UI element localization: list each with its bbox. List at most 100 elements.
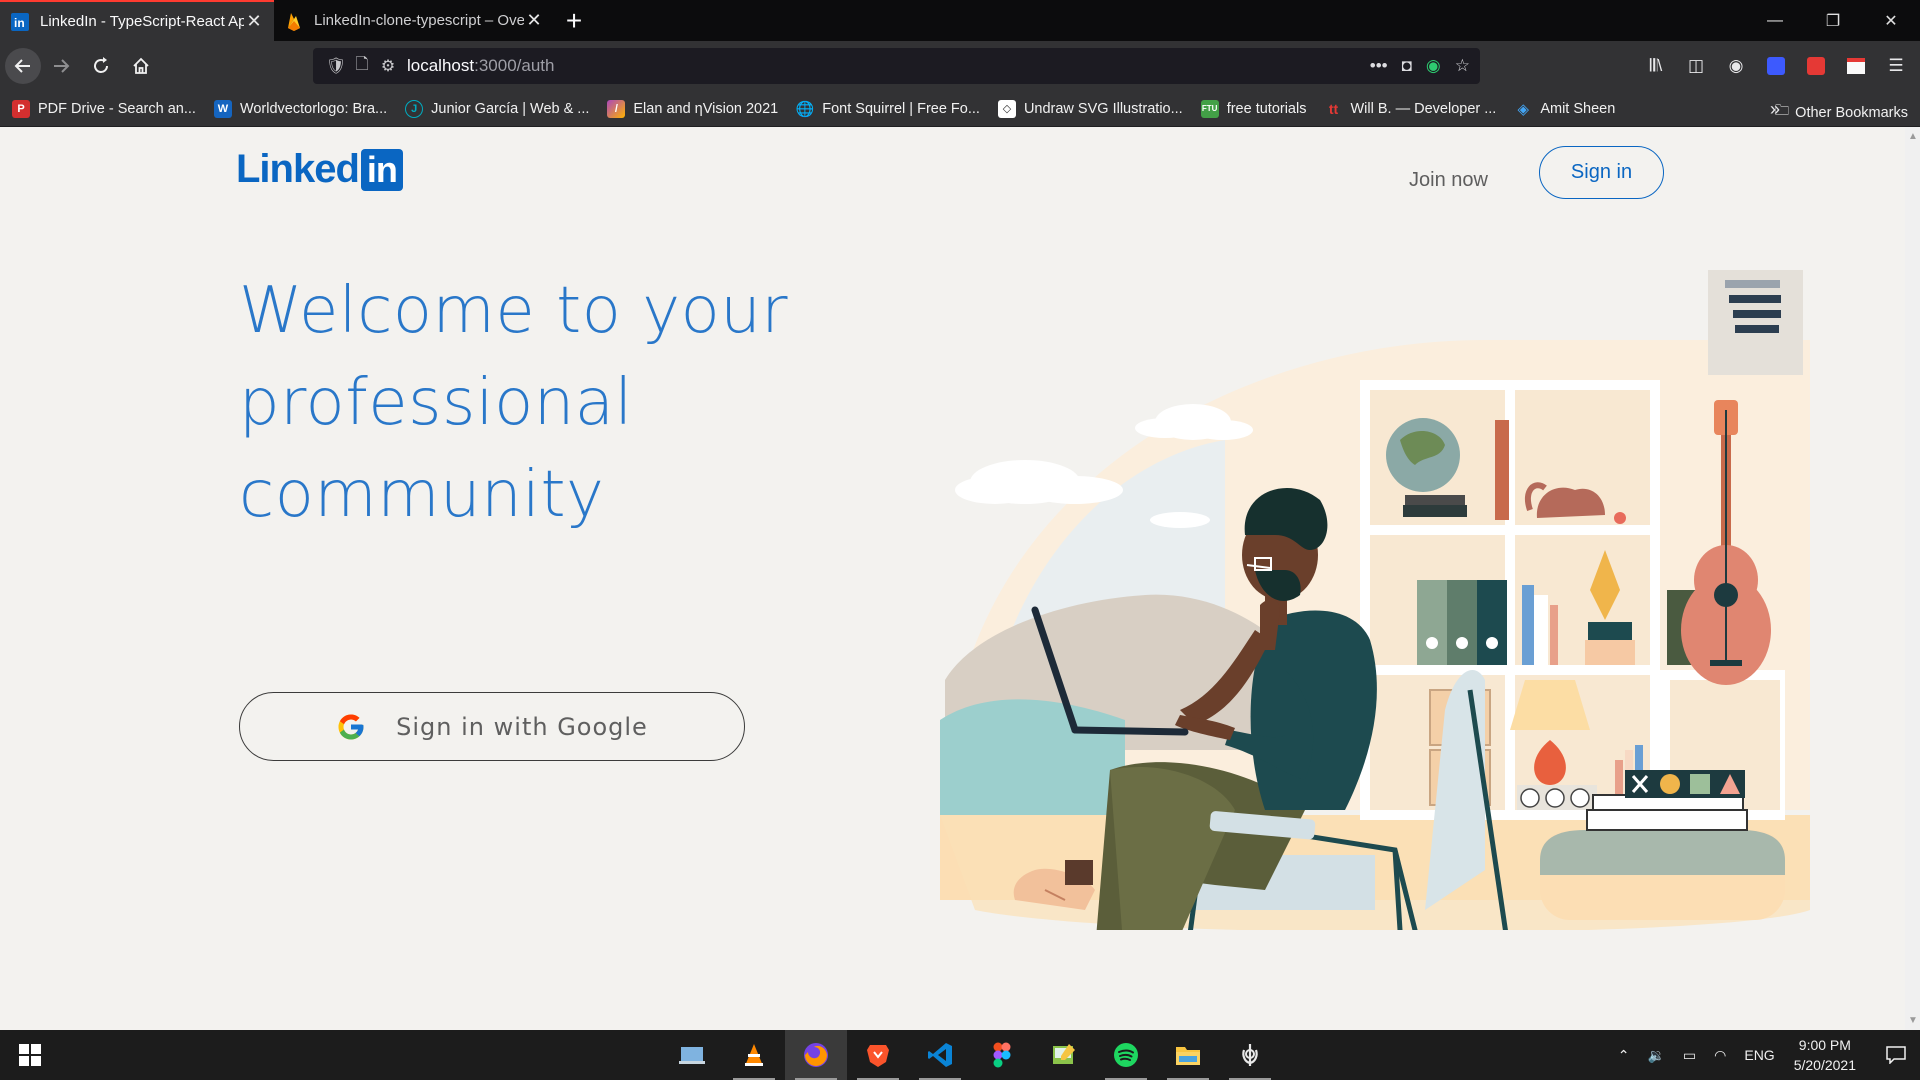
bookmark-item[interactable]: W Worldvectorlogo: Bra...	[213, 99, 387, 118]
volume-icon[interactable]: 🔉	[1647, 1047, 1664, 1064]
folder-icon: 🗀	[1774, 103, 1790, 119]
junior-garcia-icon: J	[405, 99, 424, 118]
home-icon	[133, 57, 149, 74]
windows-icon	[19, 1044, 41, 1066]
logo-badge: in	[360, 148, 403, 191]
worldvectorlogo-icon: W	[213, 99, 232, 118]
account-icon[interactable]: ◉	[1718, 48, 1754, 84]
scroll-down-icon[interactable]: ▼	[1908, 1015, 1918, 1026]
tab-linkedin-app[interactable]: in LinkedIn - TypeScript-React App ✕	[0, 0, 274, 41]
chevron-up-icon[interactable]: ⌃	[1618, 1047, 1630, 1064]
extension-icon[interactable]: ◉	[1426, 56, 1441, 76]
bookmarks-toolbar: P PDF Drive - Search an... W Worldvectorlo…	[0, 91, 1920, 127]
page-scrollbar[interactable]: ▲ ▼	[1905, 127, 1920, 1030]
wifi-icon[interactable]: ◠	[1714, 1047, 1726, 1064]
toolbar-icons: 𝄃𝄃\ ◫ ◉ ☰	[1638, 41, 1920, 91]
language-indicator[interactable]: ENG	[1744, 1047, 1774, 1063]
library-icon[interactable]: 𝄃𝄃\	[1638, 48, 1674, 84]
hero-illustration	[940, 270, 1810, 930]
svg-text:in: in	[14, 16, 25, 30]
pocket-icon[interactable]: ◘	[1402, 56, 1412, 76]
bookmark-item[interactable]: / Elan and ηVision 2021	[607, 99, 778, 118]
bookmark-item[interactable]: FTU free tutorials	[1200, 99, 1306, 118]
battery-icon[interactable]: ▭	[1683, 1047, 1696, 1064]
firebase-icon	[284, 11, 304, 31]
extension-icon[interactable]	[1798, 48, 1834, 84]
menu-icon[interactable]: ☰	[1878, 48, 1914, 84]
start-button[interactable]	[0, 1030, 60, 1080]
khanda-icon[interactable]	[1219, 1030, 1281, 1080]
sidebar-icon[interactable]: ◫	[1678, 48, 1714, 84]
linkedin-logo[interactable]: Linked in	[236, 147, 403, 192]
linkedin-icon: in	[10, 12, 30, 32]
page-viewport: Linked in Join now Sign in Welcome to yo…	[0, 127, 1905, 1030]
arrow-left-icon	[14, 59, 30, 73]
url-text[interactable]: localhost:3000/auth	[407, 56, 554, 76]
notification-icon[interactable]	[1872, 1046, 1920, 1064]
tab-title: LinkedIn-clone-typescript – Overview	[314, 12, 524, 29]
firefox-icon[interactable]	[785, 1030, 847, 1080]
ftu-icon: FTU	[1200, 99, 1219, 118]
elan-icon: /	[607, 99, 626, 118]
other-bookmarks[interactable]: 🗀 Other Bookmarks	[1775, 100, 1908, 125]
page-actions-icon[interactable]: •••	[1370, 56, 1388, 76]
bookmark-item[interactable]: tt Will B. — Developer ...	[1324, 100, 1497, 118]
bookmark-item[interactable]: ◈ Amit Sheen	[1514, 100, 1616, 118]
tab-title: LinkedIn - TypeScript-React App	[40, 13, 244, 30]
bookmark-star-icon[interactable]: ☆	[1455, 56, 1470, 76]
google-icon	[338, 714, 364, 739]
google-sign-in-button[interactable]: Sign in with Google	[239, 692, 745, 761]
back-button[interactable]	[5, 48, 41, 84]
paint-icon[interactable]	[1033, 1030, 1095, 1080]
window-controls: — ❐ ✕	[1746, 0, 1920, 41]
minimize-icon[interactable]: —	[1746, 0, 1804, 41]
file-explorer-icon[interactable]	[661, 1030, 723, 1080]
clock-date: 5/20/2021	[1793, 1057, 1856, 1073]
bookmark-item[interactable]: P PDF Drive - Search an...	[12, 99, 196, 118]
restore-icon[interactable]: ❐	[1804, 0, 1862, 41]
permissions-icon[interactable]: ⚙	[375, 56, 401, 76]
binders	[1417, 580, 1507, 665]
bookmark-item[interactable]: ◇ Undraw SVG Illustratio...	[997, 99, 1183, 118]
close-icon[interactable]: ✕	[524, 10, 544, 31]
spotify-icon[interactable]	[1095, 1030, 1157, 1080]
pdf-drive-icon: P	[12, 99, 30, 118]
address-bar[interactable]: 🛡 🗋 ⚙ localhost:3000/auth ••• ◘ ◉ ☆	[313, 48, 1480, 84]
undraw-icon: ◇	[997, 99, 1016, 118]
windows-taskbar: ⌃ 🔉 ▭ ◠ ENG 9:00 PM 5/20/2021	[0, 1030, 1920, 1080]
forward-button[interactable]	[41, 46, 81, 86]
home-button[interactable]	[121, 46, 161, 86]
clock[interactable]: 9:00 PM 5/20/2021	[1794, 1035, 1856, 1075]
folder-icon[interactable]	[1157, 1030, 1219, 1080]
close-window-icon[interactable]: ✕	[1862, 0, 1920, 41]
taskbar-apps	[661, 1030, 1281, 1080]
extension-icon[interactable]	[1758, 48, 1794, 84]
bookmark-item[interactable]: 🌐 Font Squirrel | Free Fo...	[796, 100, 980, 118]
system-tray: ⌃ 🔉 ▭ ◠ ENG 9:00 PM 5/20/2021	[1609, 1030, 1920, 1080]
navigation-toolbar: 🛡 🗋 ⚙ localhost:3000/auth ••• ◘ ◉ ☆ 𝄃𝄃\ …	[0, 41, 1920, 91]
sea-shape	[940, 699, 1125, 815]
close-icon[interactable]: ✕	[244, 11, 264, 32]
tab-strip: in LinkedIn - TypeScript-React App ✕ Lin…	[0, 0, 1920, 41]
google-button-label: Sign in with Google	[396, 712, 648, 741]
scroll-up-icon[interactable]: ▲	[1908, 131, 1918, 142]
arrow-right-icon	[54, 59, 70, 73]
new-tab-button[interactable]: +	[554, 0, 594, 41]
globe-icon: 🌐	[795, 100, 815, 118]
vscode-icon[interactable]	[909, 1030, 971, 1080]
figma-icon[interactable]	[971, 1030, 1033, 1080]
bookmark-item[interactable]: J Junior García | Web & ...	[405, 99, 589, 118]
logo-wordmark: Linked	[236, 147, 360, 191]
codepen-icon: ◈	[1517, 100, 1530, 118]
shield-icon[interactable]: 🛡	[323, 56, 349, 76]
sign-in-button[interactable]: Sign in	[1539, 146, 1664, 199]
extension-icon[interactable]	[1838, 48, 1874, 84]
vlc-icon[interactable]	[723, 1030, 785, 1080]
page-icon: 🗋	[355, 55, 369, 73]
tab-firebase-overview[interactable]: LinkedIn-clone-typescript – Overview ✕	[274, 0, 554, 41]
brave-icon[interactable]	[847, 1030, 909, 1080]
join-now-button[interactable]: Join now	[1395, 154, 1502, 206]
reload-button[interactable]	[81, 46, 121, 86]
will-b-icon: tt	[1328, 100, 1339, 117]
page-title: Welcome to your professional community	[239, 274, 789, 532]
